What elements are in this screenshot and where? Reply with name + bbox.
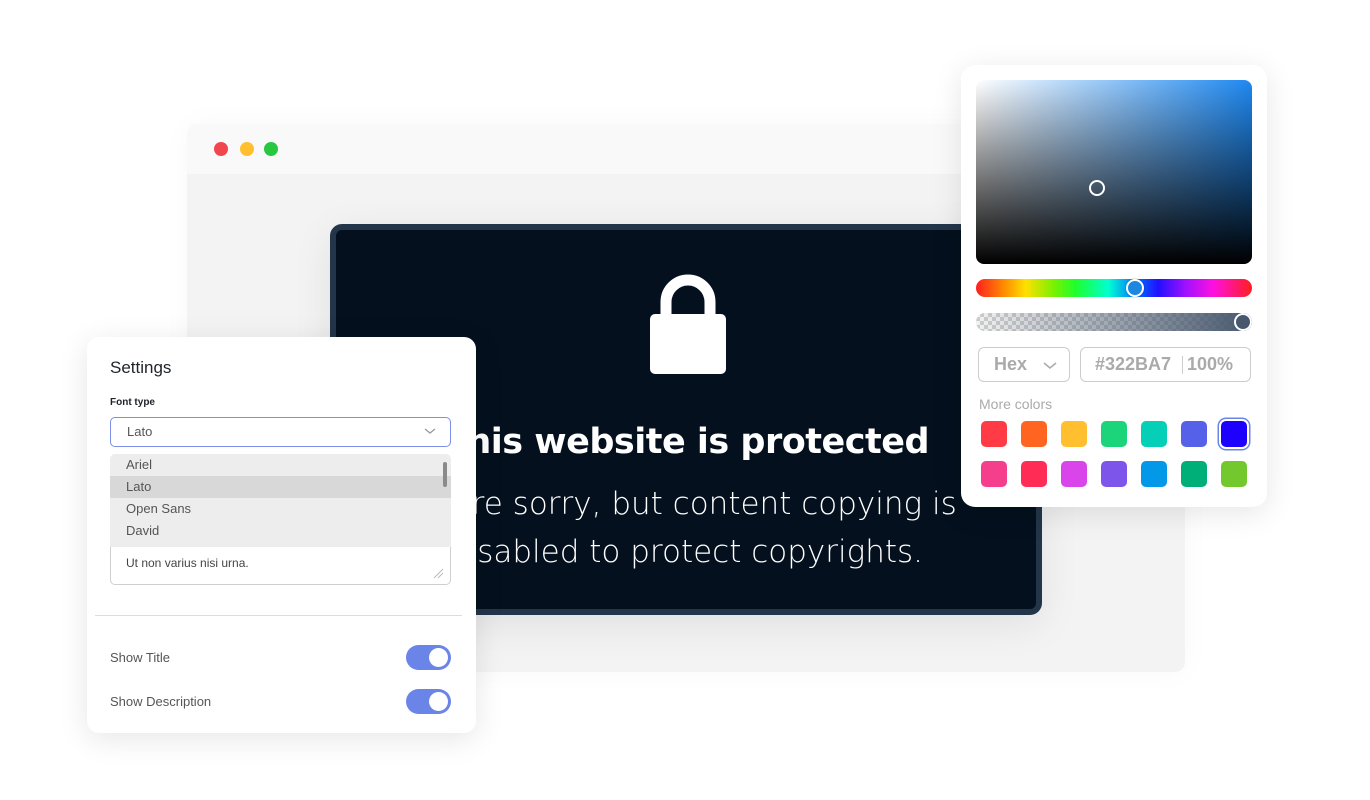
divider — [95, 615, 462, 616]
color-swatch[interactable] — [1181, 421, 1207, 447]
hex-value: #322BA7 — [1095, 354, 1172, 374]
resize-grip-icon[interactable] — [432, 567, 444, 579]
saturation-value-handle[interactable] — [1089, 180, 1105, 196]
color-swatch[interactable] — [1221, 461, 1247, 487]
chevron-down-icon — [1043, 362, 1057, 369]
color-swatch[interactable] — [981, 421, 1007, 447]
show-description-toggle[interactable] — [406, 689, 451, 714]
font-options-list: Ariel Lato Open Sans David — [110, 454, 451, 552]
color-swatch[interactable] — [1141, 461, 1167, 487]
hex-input[interactable]: #322BA7 100% — [1080, 347, 1251, 382]
chevron-down-icon — [424, 428, 436, 434]
font-type-label: Font type — [110, 397, 155, 408]
color-swatch[interactable] — [1101, 461, 1127, 487]
color-swatch[interactable] — [1061, 421, 1087, 447]
description-textarea[interactable]: Ut non varius nisi urna. — [110, 547, 451, 585]
font-option-selected[interactable]: Lato — [110, 476, 451, 498]
hue-slider[interactable] — [976, 279, 1252, 297]
textarea-value: Ut non varius nisi urna. — [126, 556, 249, 570]
font-type-select[interactable]: Lato — [110, 417, 451, 447]
color-swatch[interactable] — [1021, 461, 1047, 487]
close-window-button[interactable] — [214, 142, 228, 156]
color-swatch[interactable] — [1101, 421, 1127, 447]
font-type-value: Lato — [127, 424, 153, 439]
more-colors-label: More colors — [979, 396, 1053, 412]
font-option[interactable]: David — [110, 520, 451, 542]
color-format-select[interactable]: Hex — [978, 347, 1070, 382]
color-swatch[interactable] — [1061, 461, 1087, 487]
saturation-value-area[interactable] — [976, 80, 1252, 264]
color-swatch[interactable] — [1021, 421, 1047, 447]
settings-panel: Settings Font type Lato Ariel Lato Open … — [87, 337, 476, 733]
maximize-window-button[interactable] — [264, 142, 278, 156]
show-title-label: Show Title — [110, 650, 170, 665]
toggle-knob — [429, 648, 448, 667]
opacity-value: 100% — [1187, 354, 1234, 374]
show-description-label: Show Description — [110, 694, 212, 709]
color-format-value: Hex — [994, 354, 1028, 374]
color-picker-panel: Hex #322BA7 100% More colors — [961, 65, 1267, 507]
lock-icon — [650, 274, 726, 374]
hex-separator — [1182, 356, 1183, 374]
color-swatch[interactable] — [981, 461, 1007, 487]
opacity-slider[interactable] — [976, 313, 1252, 331]
font-option[interactable]: Ariel — [110, 454, 451, 476]
font-option[interactable]: Open Sans — [110, 498, 451, 520]
opacity-slider-handle[interactable] — [1234, 313, 1252, 331]
show-title-toggle[interactable] — [406, 645, 451, 670]
font-list-scrollbar[interactable] — [443, 462, 447, 487]
color-swatch[interactable] — [1141, 421, 1167, 447]
minimize-window-button[interactable] — [240, 142, 254, 156]
hue-slider-handle[interactable] — [1126, 279, 1144, 297]
toggle-knob — [429, 692, 448, 711]
settings-title: Settings — [110, 358, 172, 377]
color-swatch[interactable] — [1221, 421, 1247, 447]
color-swatch[interactable] — [1181, 461, 1207, 487]
